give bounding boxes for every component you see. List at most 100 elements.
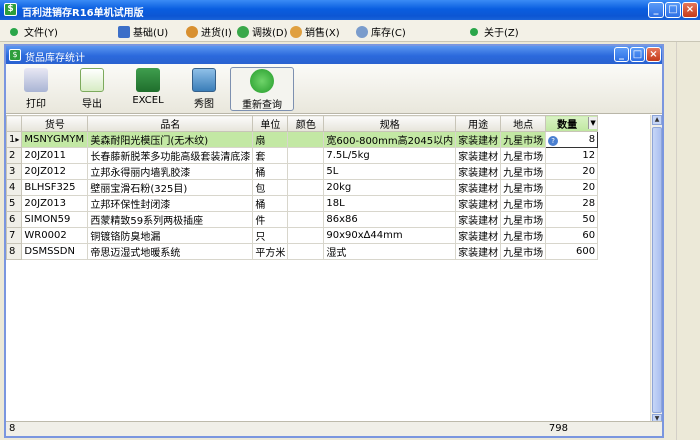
table-row[interactable]: 3 20JZ012 立邦永得丽内墙乳胶漆桶 5L 家装建材 九星市场 20 [5, 163, 599, 180]
requery-button[interactable]: 重新查询 [230, 67, 294, 111]
menu-purchase[interactable]: 进货(I) [186, 24, 232, 39]
cell-unit[interactable]: 桶 [252, 195, 289, 212]
column-header-code[interactable]: 货号 [21, 115, 89, 132]
cell-place[interactable]: 九星市场 [500, 227, 547, 244]
scrollbar-thumb[interactable] [652, 127, 662, 413]
cell-place[interactable]: 九星市场 [500, 179, 547, 196]
cell-color[interactable] [287, 163, 325, 180]
cell-qty[interactable]: 12 [545, 147, 599, 164]
table-row[interactable]: 6 SIMON59 西蒙精致59系列两极插座件 86x86 家装建材 九星市场 50 [5, 211, 599, 228]
excel-button[interactable]: EXCEL [126, 67, 170, 111]
cell-spec[interactable]: 86x86 [323, 211, 457, 228]
column-header-use[interactable]: 用途 [455, 115, 502, 132]
cell-qty[interactable]: 20 [545, 163, 599, 180]
cell-place[interactable]: 九星市场 [500, 163, 547, 180]
cell-unit[interactable]: 桶 [252, 163, 289, 180]
dropdown-arrow-icon[interactable]: ▼ [588, 117, 597, 129]
cell-spec[interactable]: 宽600-800mm高2045以内 [323, 131, 457, 148]
table-row[interactable]: 1▸ MSNYGMYM 美森耐阳光模压门(无木纹) 扇 宽600-800mm高2045以… [5, 131, 599, 148]
table-row[interactable]: 5 20JZ013 立邦环保性封闭漆桶 18L 家装建材 九星市场 28 [5, 195, 599, 212]
export-button[interactable]: 导出 [70, 67, 114, 111]
cell-use[interactable]: 家装建材 [455, 195, 502, 212]
cell-unit[interactable]: 平方米 [252, 243, 289, 260]
cell-unit[interactable]: 扇 [252, 131, 289, 148]
row-number-cell[interactable]: 4 [5, 179, 23, 196]
cell-spec[interactable]: 湿式 [323, 243, 457, 260]
column-header-spec[interactable]: 规格 [323, 115, 457, 132]
cell-color[interactable] [287, 179, 325, 196]
cell-color[interactable] [287, 131, 325, 148]
column-header-quantity[interactable]: 数量 ▼ [545, 115, 599, 132]
cell-spec[interactable]: 90x90x∆44mm [323, 227, 457, 244]
column-header-color[interactable]: 颜色 [287, 115, 325, 132]
chart-button[interactable]: 秀图 [182, 67, 226, 111]
cell-qty[interactable]: 50 [545, 211, 599, 228]
cell-name[interactable]: 铜镀铬防臭地漏 [87, 227, 254, 244]
table-row[interactable]: 4 BLHSF325 壁丽宝滑石粉(325目) 包 20kg 家装建材 九星市场 20 [5, 179, 599, 196]
cell-code[interactable]: WR0002 [21, 227, 89, 244]
cell-place[interactable]: 九星市场 [500, 131, 547, 148]
row-number-cell[interactable]: 5 [5, 195, 23, 212]
menu-basic[interactable]: 基础(U) [118, 24, 168, 39]
cell-use[interactable]: 家装建材 [455, 147, 502, 164]
menu-transfer[interactable]: 调拨(D) [237, 24, 288, 39]
cell-use[interactable]: 家装建材 [455, 243, 502, 260]
cell-name[interactable]: 长春藤新脱苯多功能高级套装清底漆 [87, 147, 254, 164]
row-number-cell[interactable]: 3 [5, 163, 23, 180]
cell-color[interactable] [287, 195, 325, 212]
cell-spec[interactable]: 7.5L/5kg [323, 147, 457, 164]
cell-unit[interactable]: 只 [252, 227, 289, 244]
menu-file[interactable]: 文件(Y) [10, 24, 58, 39]
print-button[interactable]: 打印 [14, 67, 58, 111]
cell-use[interactable]: 家装建材 [455, 227, 502, 244]
scroll-up-icon[interactable]: ▲ [652, 115, 662, 125]
cell-color[interactable] [287, 147, 325, 164]
minimize-button[interactable]: _ [648, 2, 664, 18]
cell-spec[interactable]: 20kg [323, 179, 457, 196]
column-header-unit[interactable]: 单位 [252, 115, 289, 132]
cell-qty[interactable]: 28 [545, 195, 599, 212]
cell-spec[interactable]: 18L [323, 195, 457, 212]
cell-use[interactable]: 家装建材 [455, 131, 502, 148]
cell-name[interactable]: 立邦永得丽内墙乳胶漆 [87, 163, 254, 180]
table-row[interactable]: 7 WR0002 铜镀铬防臭地漏只 90x90x∆44mm 家装建材 九星市场 60 [5, 227, 599, 244]
menu-about[interactable]: 关于(Z) [470, 24, 519, 39]
cell-name[interactable]: 西蒙精致59系列两极插座 [87, 211, 254, 228]
vertical-scrollbar[interactable]: ▲ ▼ [650, 115, 662, 425]
cell-unit[interactable]: 套 [252, 147, 289, 164]
cell-code[interactable]: BLHSF325 [21, 179, 89, 196]
column-header-name[interactable]: 品名 [87, 115, 254, 132]
close-button[interactable]: × [646, 47, 661, 62]
cell-qty[interactable]: ? 8 [545, 131, 599, 148]
cell-code[interactable]: MSNYGMYM [21, 131, 89, 148]
cell-color[interactable] [287, 227, 325, 244]
menu-sales[interactable]: 销售(X) [290, 24, 340, 39]
cell-place[interactable]: 九星市场 [500, 211, 547, 228]
cell-place[interactable]: 九星市场 [500, 147, 547, 164]
row-number-cell[interactable]: 7 [5, 227, 23, 244]
cell-name[interactable]: 立邦环保性封闭漆 [87, 195, 254, 212]
cell-name[interactable]: 帝思迈湿式地暖系统 [87, 243, 254, 260]
maximize-button[interactable]: □ [665, 2, 681, 18]
cell-use[interactable]: 家装建材 [455, 211, 502, 228]
cell-code[interactable]: SIMON59 [21, 211, 89, 228]
close-button[interactable]: × [682, 2, 698, 18]
cell-use[interactable]: 家装建材 [455, 163, 502, 180]
cell-unit[interactable]: 包 [252, 179, 289, 196]
row-number-cell[interactable]: 2 [5, 147, 23, 164]
cell-code[interactable]: 20JZ011 [21, 147, 89, 164]
cell-qty[interactable]: 20 [545, 179, 599, 196]
cell-qty[interactable]: 60 [545, 227, 599, 244]
cell-unit[interactable]: 件 [252, 211, 289, 228]
cell-color[interactable] [287, 211, 325, 228]
cell-spec[interactable]: 5L [323, 163, 457, 180]
cell-code[interactable]: 20JZ012 [21, 163, 89, 180]
row-number-cell[interactable]: 6 [5, 211, 23, 228]
cell-name[interactable]: 壁丽宝滑石粉(325目) [87, 179, 254, 196]
cell-color[interactable] [287, 243, 325, 260]
cell-place[interactable]: 九星市场 [500, 195, 547, 212]
column-header-place[interactable]: 地点 [500, 115, 547, 132]
cell-place[interactable]: 九星市场 [500, 243, 547, 260]
restore-button[interactable]: □ [630, 47, 645, 62]
cell-name[interactable]: 美森耐阳光模压门(无木纹) [87, 131, 254, 148]
